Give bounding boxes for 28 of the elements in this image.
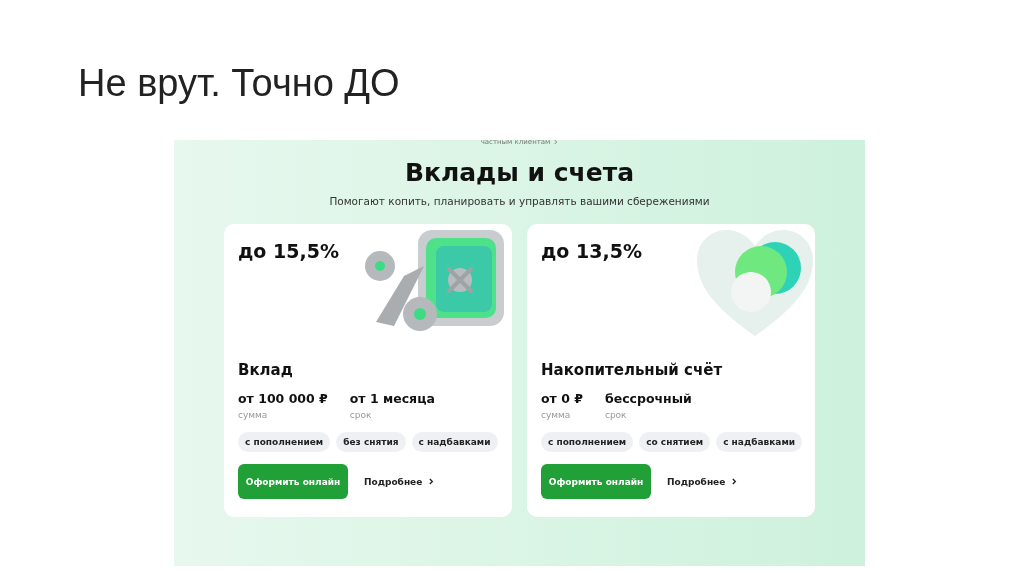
- amount-value: от 0 ₽: [541, 391, 583, 406]
- more-link[interactable]: Подробнее: [667, 476, 726, 487]
- term-value: бессрочный: [604, 391, 692, 406]
- product-name: Вклад: [238, 361, 294, 379]
- term-value: от 1 месяца: [349, 391, 435, 406]
- apply-online-button[interactable]: Оформить онлайн: [238, 464, 348, 499]
- interest-rate: до 15,5%: [238, 240, 339, 262]
- feature-tag: с надбавками: [716, 432, 803, 452]
- slide-title: Не врут. Точно ДО: [78, 61, 401, 106]
- feature-tag: с пополнением: [541, 432, 634, 452]
- feature-tag: с надбавками: [411, 432, 498, 452]
- interest-rate: до 13,5%: [541, 240, 642, 262]
- feature-tag: без снятия: [336, 432, 406, 452]
- chevron-icon: [732, 478, 738, 485]
- apply-online-button[interactable]: Оформить онлайн: [541, 464, 651, 499]
- chevron-icon: [554, 139, 559, 145]
- chevron-icon: [429, 478, 435, 485]
- more-link[interactable]: Подробнее: [364, 476, 423, 487]
- feature-tag: со снятием: [639, 432, 711, 452]
- product-name: Накопительный счёт: [541, 361, 724, 379]
- term-label: срок: [604, 410, 628, 420]
- amount-value: от 100 000 ₽: [238, 391, 328, 406]
- amount-label: сумма: [541, 410, 572, 420]
- amount-label: сумма: [238, 410, 269, 420]
- page-subtitle: Помогают копить, планировать и управлять вашими сбережениями: [329, 195, 710, 207]
- feature-tag: с пополнением: [238, 432, 331, 452]
- page-heading: Вклады и счета: [404, 158, 635, 187]
- term-label: срок: [349, 410, 373, 420]
